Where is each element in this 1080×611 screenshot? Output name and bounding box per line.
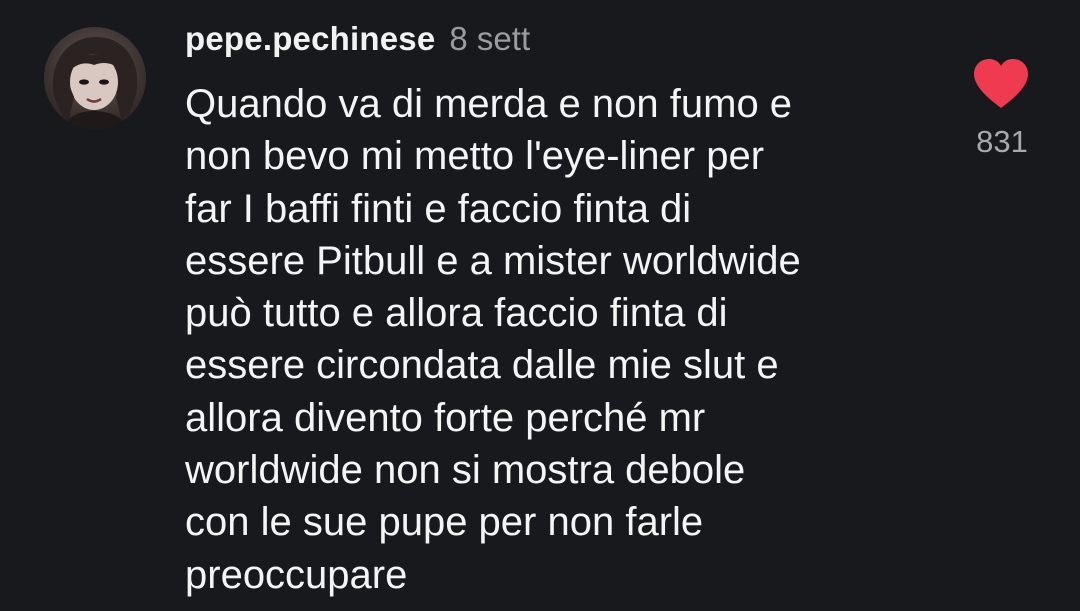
comment-line: non bevo mi metto l'eye-liner per	[185, 134, 765, 179]
comment-line: allora divento forte perché mr	[185, 395, 706, 440]
comment-line: worldwide non si mostra debole	[185, 448, 746, 493]
comment-text: Quando va di merda e non fumo e non bevo…	[185, 78, 945, 601]
comment-line: Quando va di merda e non fumo e	[185, 82, 793, 126]
comment-line: con le sue pupe per non farle	[185, 500, 704, 545]
comment-line: preoccupare	[185, 552, 408, 597]
comment-line: può tutto e allora faccio finta di	[185, 291, 728, 336]
comment-line: essere circondata dalle mie slut e	[185, 343, 779, 388]
comment-line: far I baffi finti e faccio finta di	[185, 186, 692, 231]
comment-header: pepe.pechinese 8 sett	[185, 20, 530, 66]
comment-line: essere Pitbull e a mister worldwide	[185, 238, 801, 283]
timestamp: 8 sett	[449, 20, 531, 57]
username[interactable]: pepe.pechinese	[185, 20, 435, 58]
avatar[interactable]	[44, 27, 146, 129]
heart-icon	[974, 59, 1028, 108]
profile-photo-icon	[44, 27, 146, 129]
like-count: 831	[976, 124, 1028, 159]
comment-item: pepe.pechinese 8 sett Quando va di merda…	[0, 0, 1080, 611]
like-button[interactable]	[972, 58, 1030, 110]
